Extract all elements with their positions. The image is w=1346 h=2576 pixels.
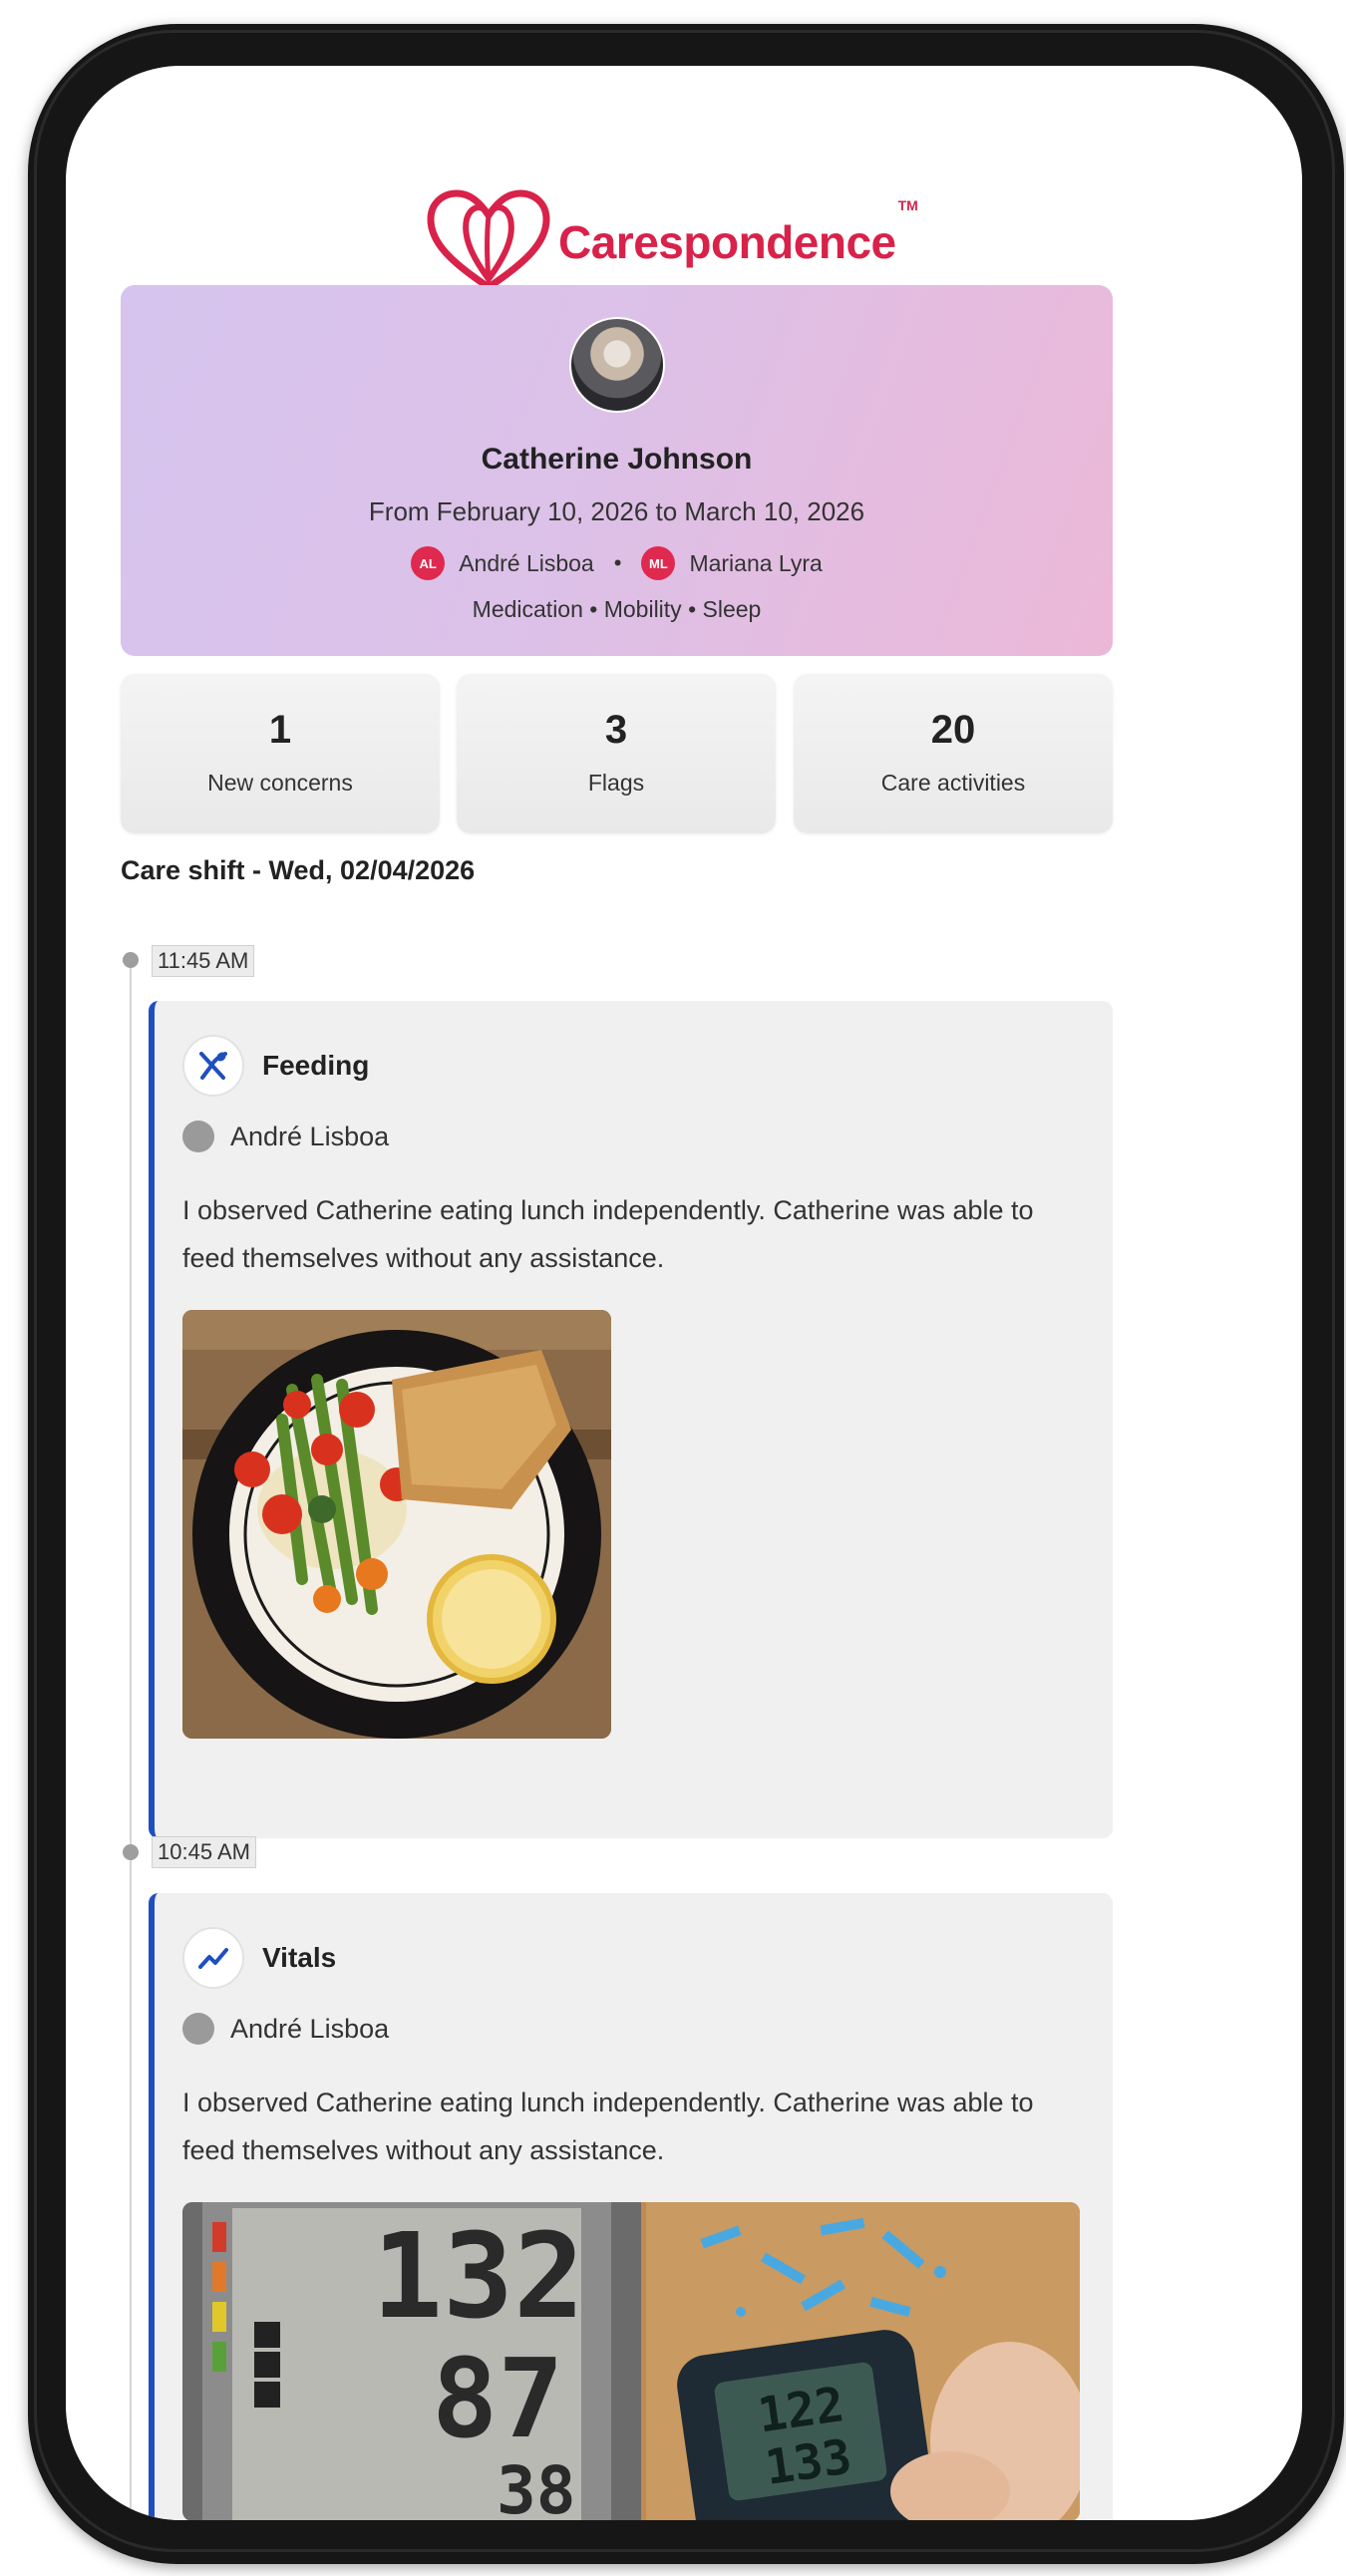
entry-note: I observed Catherine eating lunch indepe… (182, 2088, 1034, 2165)
stat-new-concerns[interactable]: 1 New concerns (121, 674, 440, 833)
heart-logo-icon (427, 189, 550, 292)
vitals-photo[interactable]: 132 87 38 122 133 (182, 2202, 1080, 2520)
author-avatar (182, 2013, 214, 2045)
entry-note: I observed Catherine eating lunch indepe… (182, 1195, 1034, 1273)
timeline-line (130, 963, 132, 2518)
author-avatar (182, 1121, 214, 1152)
trend-line-icon (182, 1927, 244, 1989)
pulse-reading: 38 (497, 2452, 575, 2520)
entry-header: Feeding (182, 1035, 369, 1097)
author-name: André Lisboa (230, 1121, 390, 1151)
entry-type: Feeding (262, 1050, 370, 1081)
stat-value: 20 (930, 708, 976, 752)
stat-label: Care activities (880, 770, 1026, 796)
care-entry-feeding[interactable]: Feeding André Lisboa I observed Catherin… (149, 1001, 1113, 1838)
entry-header: Vitals (182, 1927, 336, 1989)
stat-care-activities[interactable]: 20 Care activities (794, 674, 1113, 833)
entry-author: André Lisboa (182, 1121, 389, 1152)
entry-time: 11:45 AM (152, 945, 255, 977)
patient-profile-card: Catherine Johnson From February 10, 2026… (121, 285, 1113, 656)
stat-value: 3 (604, 708, 628, 752)
entry-time: 10:45 AM (152, 1836, 256, 1868)
care-entry-vitals[interactable]: Vitals André Lisboa I observed Catherine… (149, 1893, 1113, 2520)
entry-author: André Lisboa (182, 2013, 389, 2045)
shift-title: Care shift - Wed, 02/04/2026 (121, 855, 476, 885)
fork-knife-icon (182, 1035, 244, 1097)
stat-label: Flags (587, 770, 645, 796)
caregiver-badge: AL (411, 546, 446, 580)
stat-flags[interactable]: 3 Flags (457, 674, 776, 833)
timeline-dot (123, 1844, 139, 1860)
patient-avatar[interactable] (569, 317, 665, 413)
glucose-reading-bottom: 133 (762, 2428, 855, 2496)
caregiver-name: Mariana Lyra (689, 549, 823, 576)
brand-logo: Carespondence TM (423, 187, 918, 297)
author-name: André Lisboa (230, 2013, 390, 2044)
care-tags: Medication • Mobility • Sleep (472, 596, 762, 622)
bp-diastolic-reading: 87 (432, 2335, 563, 2462)
trademark-mark: TM (897, 197, 918, 213)
stat-label: New concerns (207, 770, 353, 796)
date-range: From February 10, 2026 to March 10, 2026 (368, 496, 865, 526)
app-screen: Carespondence TM Catherine Johnson From … (66, 66, 1302, 2520)
stat-value: 1 (268, 708, 292, 752)
caregiver-name: André Lisboa (459, 549, 594, 576)
entry-type: Vitals (262, 1942, 337, 1973)
separator-dot: • (613, 550, 622, 575)
caregiver-list: AL André Lisboa • ML Mariana Lyra (121, 546, 1113, 580)
caregiver-badge: ML (641, 546, 676, 580)
patient-name: Catherine Johnson (481, 443, 753, 476)
timeline-dot (123, 952, 139, 968)
brand-name: Carespondence (558, 216, 896, 268)
meal-photo[interactable] (182, 1310, 611, 1739)
bp-systolic-reading: 132 (372, 2207, 584, 2345)
